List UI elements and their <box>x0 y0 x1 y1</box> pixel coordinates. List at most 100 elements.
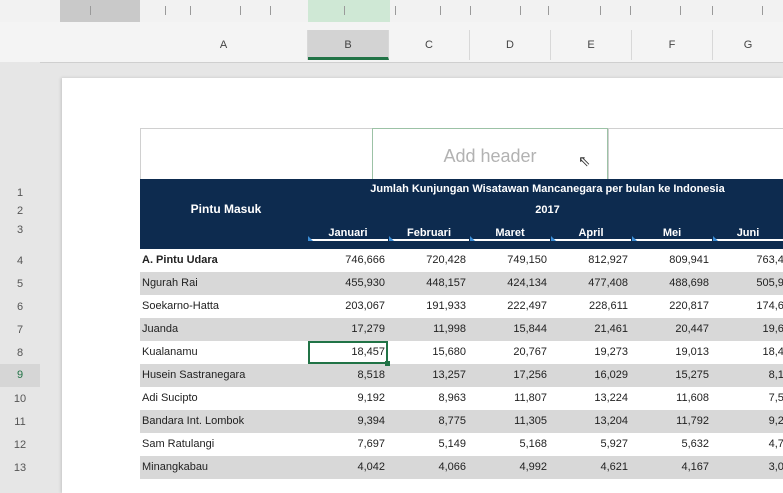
column-header-g[interactable]: G <box>713 30 783 60</box>
data-cell[interactable]: 746,666 <box>310 254 385 266</box>
data-cell[interactable]: 18,46 <box>715 346 783 358</box>
data-cell[interactable]: 7,55 <box>715 392 783 404</box>
data-cell[interactable]: 222,497 <box>472 300 547 312</box>
data-cell[interactable]: 812,927 <box>553 254 628 266</box>
data-cell[interactable]: 5,168 <box>472 438 547 450</box>
data-cell[interactable]: 19,273 <box>553 346 628 358</box>
row-header[interactable]: 4 <box>0 255 40 267</box>
add-header-placeholder[interactable]: Add header <box>372 127 608 179</box>
data-cell[interactable]: 5,632 <box>634 438 709 450</box>
data-cell[interactable]: 477,408 <box>553 277 628 289</box>
data-cell[interactable]: 424,134 <box>472 277 547 289</box>
data-cell[interactable]: 505,97 <box>715 277 783 289</box>
data-cell[interactable]: 809,941 <box>634 254 709 266</box>
month-header[interactable]: Maret <box>470 227 550 241</box>
data-cell[interactable]: 19,013 <box>634 346 709 358</box>
column-header-c[interactable]: C <box>389 30 470 60</box>
data-cell[interactable]: 4,066 <box>391 461 466 473</box>
row-label[interactable]: Husein Sastranegara <box>142 369 245 381</box>
data-cell[interactable]: 21,461 <box>553 323 628 335</box>
pintu-masuk-header[interactable]: Pintu Masuk <box>140 179 312 249</box>
row-label[interactable]: Adi Sucipto <box>142 392 198 404</box>
column-header-f[interactable]: F <box>632 30 713 60</box>
table-title[interactable]: Jumlah Kunjungan Wisatawan Mancanegara p… <box>312 183 783 195</box>
data-cell[interactable]: 17,256 <box>472 369 547 381</box>
row-header[interactable]: 6 <box>0 301 40 313</box>
row-label[interactable]: Sam Ratulangi <box>142 438 214 450</box>
data-cell[interactable]: 11,998 <box>391 323 466 335</box>
data-cell[interactable]: 4,70 <box>715 438 783 450</box>
row-header[interactable]: 7 <box>0 324 40 336</box>
row-label[interactable]: A. Pintu Udara <box>142 254 218 266</box>
data-cell[interactable]: 20,767 <box>472 346 547 358</box>
row-header[interactable]: 11 <box>0 416 40 428</box>
data-cell[interactable]: 4,621 <box>553 461 628 473</box>
data-cell[interactable]: 174,66 <box>715 300 783 312</box>
row-header[interactable]: 13 <box>0 462 40 474</box>
row-header[interactable]: 10 <box>0 393 40 405</box>
data-cell[interactable]: 228,611 <box>553 300 628 312</box>
column-header-b[interactable]: B <box>308 30 389 60</box>
data-cell[interactable]: 20,447 <box>634 323 709 335</box>
month-header[interactable]: Mei <box>632 227 712 241</box>
active-cell-selection[interactable] <box>308 341 390 366</box>
header-right-section[interactable] <box>608 128 783 179</box>
data-cell[interactable]: 13,224 <box>553 392 628 404</box>
data-cell[interactable]: 17,279 <box>310 323 385 335</box>
month-header[interactable]: Januari <box>308 227 388 241</box>
data-cell[interactable]: 9,394 <box>310 415 385 427</box>
data-cell[interactable]: 11,792 <box>634 415 709 427</box>
data-cell[interactable]: 448,157 <box>391 277 466 289</box>
row-label[interactable]: Juanda <box>142 323 178 335</box>
data-cell[interactable]: 488,698 <box>634 277 709 289</box>
row-header[interactable]: 8 <box>0 347 40 359</box>
data-cell[interactable]: 5,927 <box>553 438 628 450</box>
data-cell[interactable]: 8,518 <box>310 369 385 381</box>
row-label[interactable]: Soekarno-Hatta <box>142 300 219 312</box>
data-cell[interactable]: 720,428 <box>391 254 466 266</box>
data-cell[interactable]: 11,608 <box>634 392 709 404</box>
data-cell[interactable]: 4,042 <box>310 461 385 473</box>
data-cell[interactable]: 4,992 <box>472 461 547 473</box>
table-year[interactable]: 2017 <box>312 204 783 216</box>
row-header-selected[interactable]: 9 <box>0 364 40 387</box>
data-cell[interactable]: 749,150 <box>472 254 547 266</box>
data-cell[interactable]: 4,167 <box>634 461 709 473</box>
data-cell[interactable]: 19,65 <box>715 323 783 335</box>
row-header[interactable]: 2 <box>0 205 40 217</box>
data-cell[interactable]: 763,47 <box>715 254 783 266</box>
column-header-e[interactable]: E <box>551 30 632 60</box>
data-cell[interactable]: 455,930 <box>310 277 385 289</box>
data-cell[interactable]: 15,844 <box>472 323 547 335</box>
data-cell[interactable]: 5,149 <box>391 438 466 450</box>
data-cell[interactable]: 220,817 <box>634 300 709 312</box>
column-header-a[interactable]: A <box>140 30 308 60</box>
data-cell[interactable]: 11,305 <box>472 415 547 427</box>
data-cell[interactable]: 15,680 <box>391 346 466 358</box>
data-cell[interactable]: 191,933 <box>391 300 466 312</box>
row-header[interactable]: 3 <box>0 224 40 236</box>
data-cell[interactable]: 9,20 <box>715 415 783 427</box>
data-cell[interactable]: 9,192 <box>310 392 385 404</box>
data-cell[interactable]: 15,275 <box>634 369 709 381</box>
data-cell[interactable]: 16,029 <box>553 369 628 381</box>
row-label[interactable]: Minangkabau <box>142 461 208 473</box>
column-header-d[interactable]: D <box>470 30 551 60</box>
data-cell[interactable]: 203,067 <box>310 300 385 312</box>
row-label[interactable]: Bandara Int. Lombok <box>142 415 244 427</box>
month-header[interactable]: Juni <box>713 227 783 241</box>
data-cell[interactable]: 3,05 <box>715 461 783 473</box>
row-label[interactable]: Ngurah Rai <box>142 277 198 289</box>
row-label[interactable]: Kualanamu <box>142 346 198 358</box>
data-cell[interactable]: 13,204 <box>553 415 628 427</box>
data-cell[interactable]: 8,775 <box>391 415 466 427</box>
row-header[interactable]: 1 <box>0 187 40 199</box>
data-cell[interactable]: 13,257 <box>391 369 466 381</box>
header-left-section[interactable] <box>140 128 373 179</box>
data-cell[interactable]: 11,807 <box>472 392 547 404</box>
month-header[interactable]: Februari <box>389 227 469 241</box>
data-cell[interactable]: 8,17 <box>715 369 783 381</box>
data-cell[interactable]: 7,697 <box>310 438 385 450</box>
row-header[interactable]: 5 <box>0 278 40 290</box>
row-header[interactable]: 12 <box>0 439 40 451</box>
